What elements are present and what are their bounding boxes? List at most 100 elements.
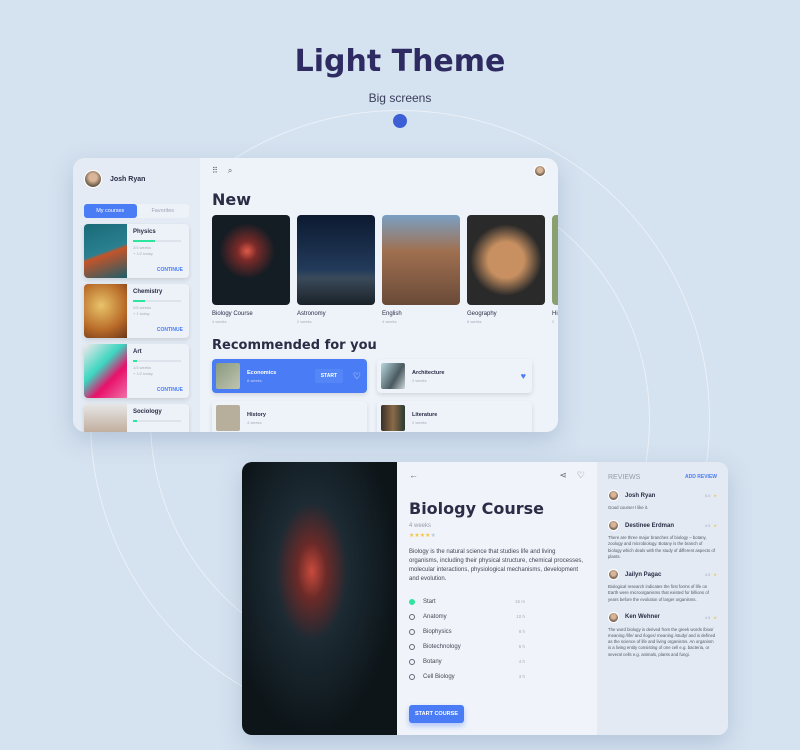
reviewer-name: Ken Wehner (625, 614, 660, 621)
course-card[interactable]: Physics 2/4 weeks + 1/2 today CONTINUE (84, 224, 189, 278)
lesson-name: Cell Biology (423, 673, 455, 680)
lesson-item[interactable]: Botany 4 h (409, 654, 585, 669)
new-course-card[interactable]: English 4 weeks (382, 215, 460, 324)
star-icon: ★ (713, 523, 717, 529)
avatar[interactable] (534, 165, 546, 177)
avatar (608, 490, 619, 501)
apps-grid-icon[interactable]: ⠿ (212, 166, 218, 176)
dashboard-window: Josh Ryan My courses Favorites Physics 2/4… (73, 158, 558, 432)
sidebar: Josh Ryan My courses Favorites Physics 2/4… (73, 158, 200, 432)
course-name: Geography (467, 311, 497, 317)
continue-button[interactable]: CONTINUE (157, 387, 183, 393)
new-course-card[interactable]: Biology Course 4 weeks (212, 215, 290, 324)
avatar (608, 520, 619, 532)
course-image (297, 215, 375, 305)
course-card[interactable]: Chemistry 2/6 weeks + 1 today CONTINUE (84, 284, 189, 338)
avatar (608, 569, 619, 581)
lesson-item[interactable]: Biophysics 8 h (409, 624, 585, 639)
tab-my-courses[interactable]: My courses (84, 204, 137, 218)
rating-stars: ★★★★★ (409, 533, 436, 539)
back-arrow-icon[interactable]: ← (409, 470, 418, 481)
recommended-card[interactable]: Economics 8 weeks START ♡ (212, 359, 367, 393)
avatar (84, 170, 102, 188)
star-icon: ★ (713, 572, 717, 578)
course-image (216, 363, 240, 389)
course-name: English (382, 311, 402, 317)
start-button[interactable]: START (314, 369, 343, 383)
review-item: Josh Ryan 5.0 ★ Good course! I like it. (608, 490, 717, 511)
course-weeks: 8 weeks (247, 377, 262, 383)
lesson-time: 15 m (514, 599, 525, 604)
recommended-card[interactable]: History 4 weeks (212, 401, 367, 432)
course-image (381, 405, 405, 431)
progress-bar (133, 360, 137, 362)
main-content: ⠿ ⌕ New Biology Course 4 weeks Astronomy 2 … (200, 158, 558, 432)
course-weeks: 4 weeks (247, 419, 262, 425)
recommended-card[interactable]: Literature 2 weeks (377, 401, 532, 432)
lesson-name: Biophysics (423, 628, 452, 635)
circle-icon (409, 643, 415, 650)
review-text: The word biology is derived from the gre… (608, 626, 716, 657)
course-weeks: 4 weeks (382, 319, 397, 324)
lesson-time: 10 h (516, 614, 525, 619)
course-description: Biology is the natural science that stud… (409, 549, 584, 582)
lesson-item[interactable]: Biotechnology 6 h (409, 639, 585, 654)
start-course-button[interactable]: START COURSE (409, 705, 464, 723)
continue-button[interactable]: CONTINUE (157, 327, 183, 333)
lesson-name: Biotechnology (423, 643, 461, 650)
lesson-item[interactable]: Cell Biology 3 h (409, 669, 585, 684)
review-text: There are three major branches of biolog… (608, 535, 715, 559)
section-title: Recommended for you (212, 338, 377, 353)
course-card[interactable]: Art 1/4 weeks + 1/2 today CONTINUE (84, 344, 189, 398)
lesson-time: 6 h (518, 644, 525, 649)
course-meta: + 1/2 today (133, 250, 153, 256)
new-course-card[interactable]: Geography 6 weeks (467, 215, 545, 324)
lesson-name: Botany (423, 658, 442, 665)
course-name: Architecture (412, 369, 445, 376)
lesson-item[interactable]: Start 15 m (409, 594, 585, 609)
share-icon[interactable]: ⋖ (559, 470, 567, 481)
course-image (84, 284, 127, 338)
course-image (84, 404, 127, 432)
course-name: Hi (552, 311, 558, 317)
course-image (212, 215, 290, 305)
course-name: Physics (133, 229, 156, 235)
lesson-name: Anatomy (423, 613, 447, 620)
course-image (216, 405, 240, 431)
review-item: Jailyn Pagac 4.5 ★ Biological research indi… (608, 569, 717, 603)
course-name: Literature (412, 411, 438, 418)
heart-filled-icon[interactable]: ♥ (521, 371, 526, 381)
progress-bar (133, 300, 145, 302)
add-review-button[interactable]: ADD REVIEW (685, 474, 717, 481)
course-name: Sociology (133, 409, 162, 415)
continue-button[interactable]: CONTINUE (157, 267, 183, 273)
lesson-item[interactable]: Anatomy 10 h (409, 609, 585, 624)
tab-favorites[interactable]: Favorites (137, 204, 190, 218)
heart-outline-icon[interactable]: ♡ (353, 371, 361, 382)
review-score: 4.5 (704, 614, 711, 620)
course-image (84, 224, 127, 278)
recommended-list: Economics 8 weeks START ♡ Architecture 2 wee… (212, 359, 546, 432)
review-score: 5.0 (704, 493, 711, 498)
review-text: Good course! I like it. (608, 505, 649, 510)
reviews-panel: REVIEWS ADD REVIEW Josh Ryan 5.0 ★ Good cour… (597, 462, 728, 735)
search-icon[interactable]: ⌕ (228, 166, 232, 176)
lesson-list: Start 15 m Anatomy 10 h Biophysics 8 h Biot… (409, 594, 585, 684)
lesson-name: Start (423, 598, 436, 605)
progress-bar (133, 420, 137, 422)
recommended-card[interactable]: Architecture 2 weeks ♥ (377, 359, 532, 393)
reviewer-name: Josh Ryan (625, 492, 656, 499)
course-card[interactable]: Sociology (84, 404, 189, 432)
course-image (552, 215, 558, 305)
new-courses-list: Biology Course 4 weeks Astronomy 2 weeks E… (212, 215, 558, 324)
new-course-card[interactable]: Astronomy 2 weeks (297, 215, 375, 324)
review-score: 4.5 (704, 572, 711, 578)
course-name: History (247, 411, 266, 418)
heart-outline-icon[interactable]: ♡ (577, 470, 585, 481)
user-profile[interactable]: Josh Ryan (84, 170, 189, 188)
circle-icon (409, 613, 415, 620)
course-image (382, 215, 460, 305)
course-weeks: 2 weeks (412, 419, 427, 425)
new-course-card[interactable]: Hi 2 (552, 215, 558, 324)
course-weeks: 2 weeks (412, 377, 427, 383)
